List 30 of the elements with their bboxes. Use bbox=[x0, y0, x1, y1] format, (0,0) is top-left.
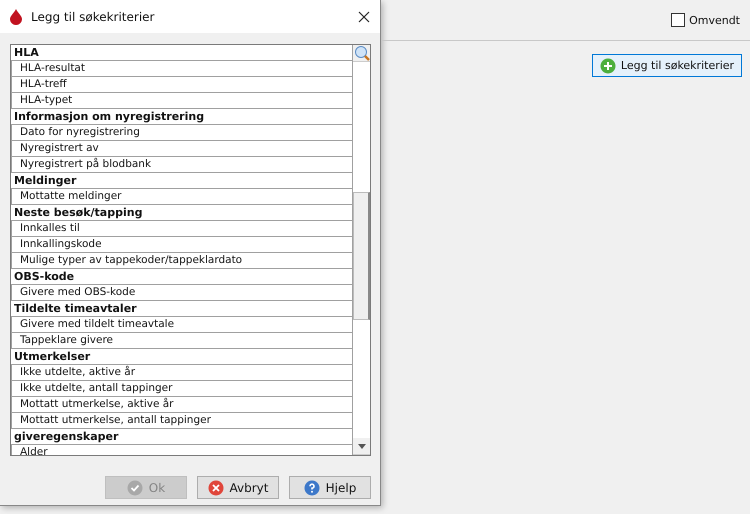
list-item[interactable]: Mottatt utmerkelse, aktive år bbox=[11, 397, 352, 413]
list-item: giveregenskaper bbox=[11, 429, 352, 445]
list-item[interactable]: Ikke utdelte, antall tappinger bbox=[11, 381, 352, 397]
list-item[interactable]: HLA-treff bbox=[11, 77, 352, 93]
list-item: Tildelte timeavtaler bbox=[11, 301, 352, 317]
list-item: Utmerkelser bbox=[11, 349, 352, 365]
list-item[interactable]: Mottatt utmerkelse, antall tappinger bbox=[11, 413, 352, 429]
list-item: OBS-kode bbox=[11, 269, 352, 285]
list-item: HLA bbox=[11, 45, 352, 61]
omvendt-checkbox[interactable]: Omvendt bbox=[671, 13, 740, 27]
list-item[interactable]: HLA-typet bbox=[11, 93, 352, 109]
list-item[interactable]: Tappeklare givere bbox=[11, 333, 352, 349]
list-item[interactable]: Mulige typer av tappekoder/tappeklardato bbox=[11, 253, 352, 269]
list-item[interactable]: Ikke utdelte, aktive år bbox=[11, 365, 352, 381]
list-item[interactable]: Givere med OBS-kode bbox=[11, 285, 352, 301]
cancel-button[interactable]: Avbryt bbox=[197, 476, 279, 499]
list-item[interactable]: Nyregistrert på blodbank bbox=[11, 157, 352, 173]
list-item: Informasjon om nyregistrering bbox=[11, 109, 352, 125]
list-item[interactable]: HLA-resultat bbox=[11, 61, 352, 77]
list-item[interactable]: Dato for nyregistrering bbox=[11, 125, 352, 141]
window-title: Legg til søkekriterier bbox=[31, 10, 156, 24]
list-item[interactable]: Givere med tildelt timeavtale bbox=[11, 317, 352, 333]
list-item[interactable]: Innkallingskode bbox=[11, 237, 352, 253]
list-item: Meldinger bbox=[11, 173, 352, 189]
help-button[interactable]: Hjelp bbox=[289, 476, 371, 499]
list-item[interactable]: Innkalles til bbox=[11, 221, 352, 237]
list-item[interactable]: Mottatte meldinger bbox=[11, 189, 352, 205]
list-item[interactable]: Nyregistrert av bbox=[11, 141, 352, 157]
list-item: Neste besøk/tapping bbox=[11, 205, 352, 221]
add-criteria-button[interactable]: Legg til søkekriterier bbox=[592, 54, 742, 77]
